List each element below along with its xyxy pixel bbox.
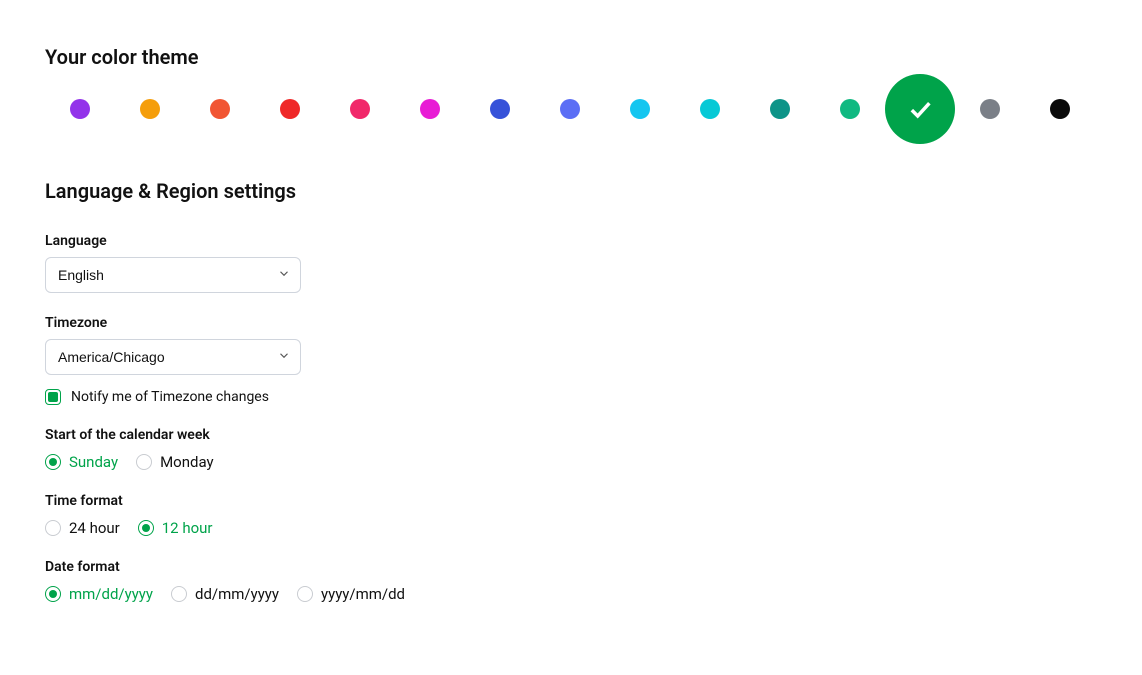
- language-label: Language: [45, 233, 1097, 249]
- date-format-option[interactable]: dd/mm/yyyy: [171, 585, 279, 603]
- date-format-option[interactable]: mm/dd/yyyy: [45, 585, 153, 603]
- radio-label: 12 hour: [162, 519, 213, 537]
- time-format-option[interactable]: 24 hour: [45, 519, 120, 537]
- week-start-radio-group: Sunday Monday: [45, 453, 1097, 471]
- week-start-option[interactable]: Monday: [136, 453, 214, 471]
- color-swatch-cyan[interactable]: [700, 99, 720, 119]
- radio-label: Sunday: [69, 453, 118, 471]
- language-select[interactable]: English: [45, 257, 301, 293]
- timezone-select[interactable]: America/Chicago: [45, 339, 301, 375]
- timezone-label: Timezone: [45, 315, 1097, 331]
- color-swatch-black[interactable]: [1050, 99, 1070, 119]
- radio-label: dd/mm/yyyy: [195, 585, 279, 603]
- time-format-label: Time format: [45, 493, 1097, 509]
- language-region-heading: Language & Region settings: [45, 179, 1097, 203]
- checkbox-box: [45, 389, 61, 405]
- color-theme-heading: Your color theme: [45, 45, 1097, 69]
- checkmark-icon: [906, 95, 934, 123]
- radio-label: 24 hour: [69, 519, 120, 537]
- radio-label: Monday: [160, 453, 214, 471]
- date-format-label: Date format: [45, 559, 1097, 575]
- color-swatch-red-orange[interactable]: [210, 99, 230, 119]
- color-swatch-indigo[interactable]: [560, 99, 580, 119]
- week-start-label: Start of the calendar week: [45, 427, 1097, 443]
- color-swatch-teal[interactable]: [770, 99, 790, 119]
- time-format-radio-group: 24 hour 12 hour: [45, 519, 1097, 537]
- color-swatch-emerald[interactable]: [840, 99, 860, 119]
- color-swatch-red[interactable]: [280, 99, 300, 119]
- radio-circle: [45, 454, 61, 470]
- color-swatch-row: [45, 99, 1097, 119]
- radio-circle: [138, 520, 154, 536]
- radio-circle: [45, 520, 61, 536]
- radio-circle: [136, 454, 152, 470]
- color-swatch-magenta[interactable]: [420, 99, 440, 119]
- radio-circle: [297, 586, 313, 602]
- color-swatch-blue[interactable]: [490, 99, 510, 119]
- date-format-radio-group: mm/dd/yyyy dd/mm/yyyy yyyy/mm/dd: [45, 585, 1097, 603]
- color-swatch-sky[interactable]: [630, 99, 650, 119]
- color-swatch-orange[interactable]: [140, 99, 160, 119]
- color-swatch-pink[interactable]: [350, 99, 370, 119]
- timezone-notify-label: Notify me of Timezone changes: [71, 389, 269, 405]
- radio-circle: [45, 586, 61, 602]
- radio-label: yyyy/mm/dd: [321, 585, 405, 603]
- radio-label: mm/dd/yyyy: [69, 585, 153, 603]
- color-swatch-green[interactable]: [885, 74, 955, 144]
- color-swatch-gray[interactable]: [980, 99, 1000, 119]
- color-swatch-purple[interactable]: [70, 99, 90, 119]
- time-format-option[interactable]: 12 hour: [138, 519, 213, 537]
- timezone-notify-checkbox[interactable]: Notify me of Timezone changes: [45, 389, 1097, 405]
- radio-circle: [171, 586, 187, 602]
- date-format-option[interactable]: yyyy/mm/dd: [297, 585, 405, 603]
- week-start-option[interactable]: Sunday: [45, 453, 118, 471]
